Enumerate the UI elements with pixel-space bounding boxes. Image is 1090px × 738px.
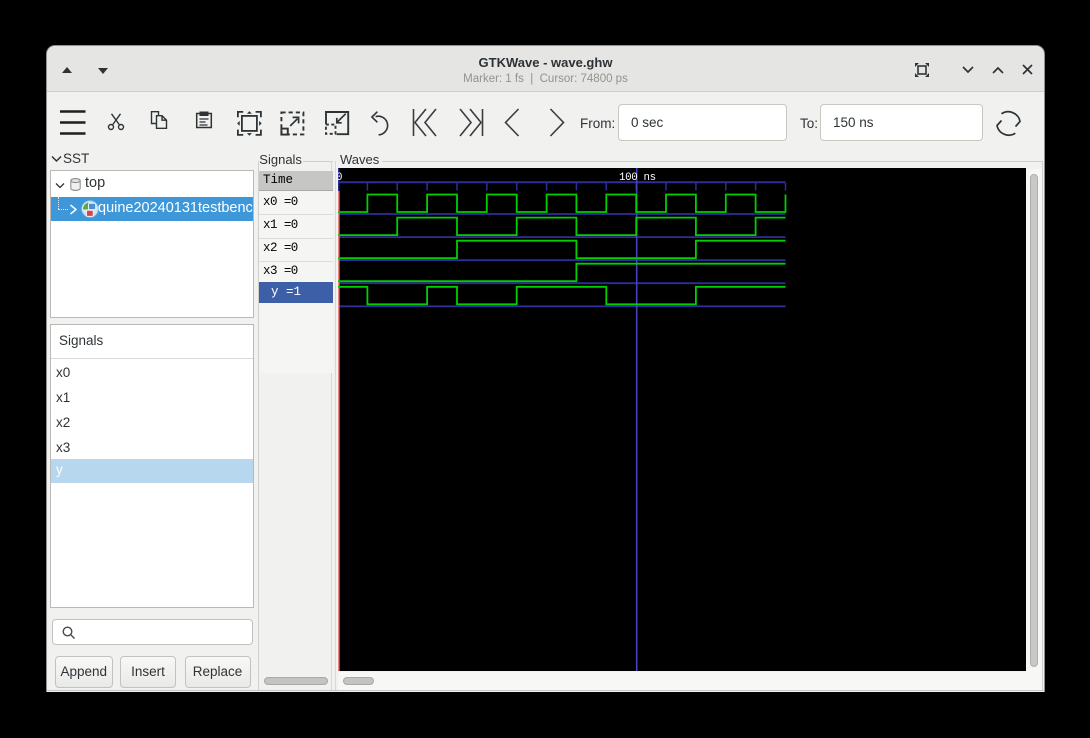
svg-text:0: 0 — [338, 172, 342, 184]
svg-text:100 ns: 100 ns — [619, 172, 656, 184]
